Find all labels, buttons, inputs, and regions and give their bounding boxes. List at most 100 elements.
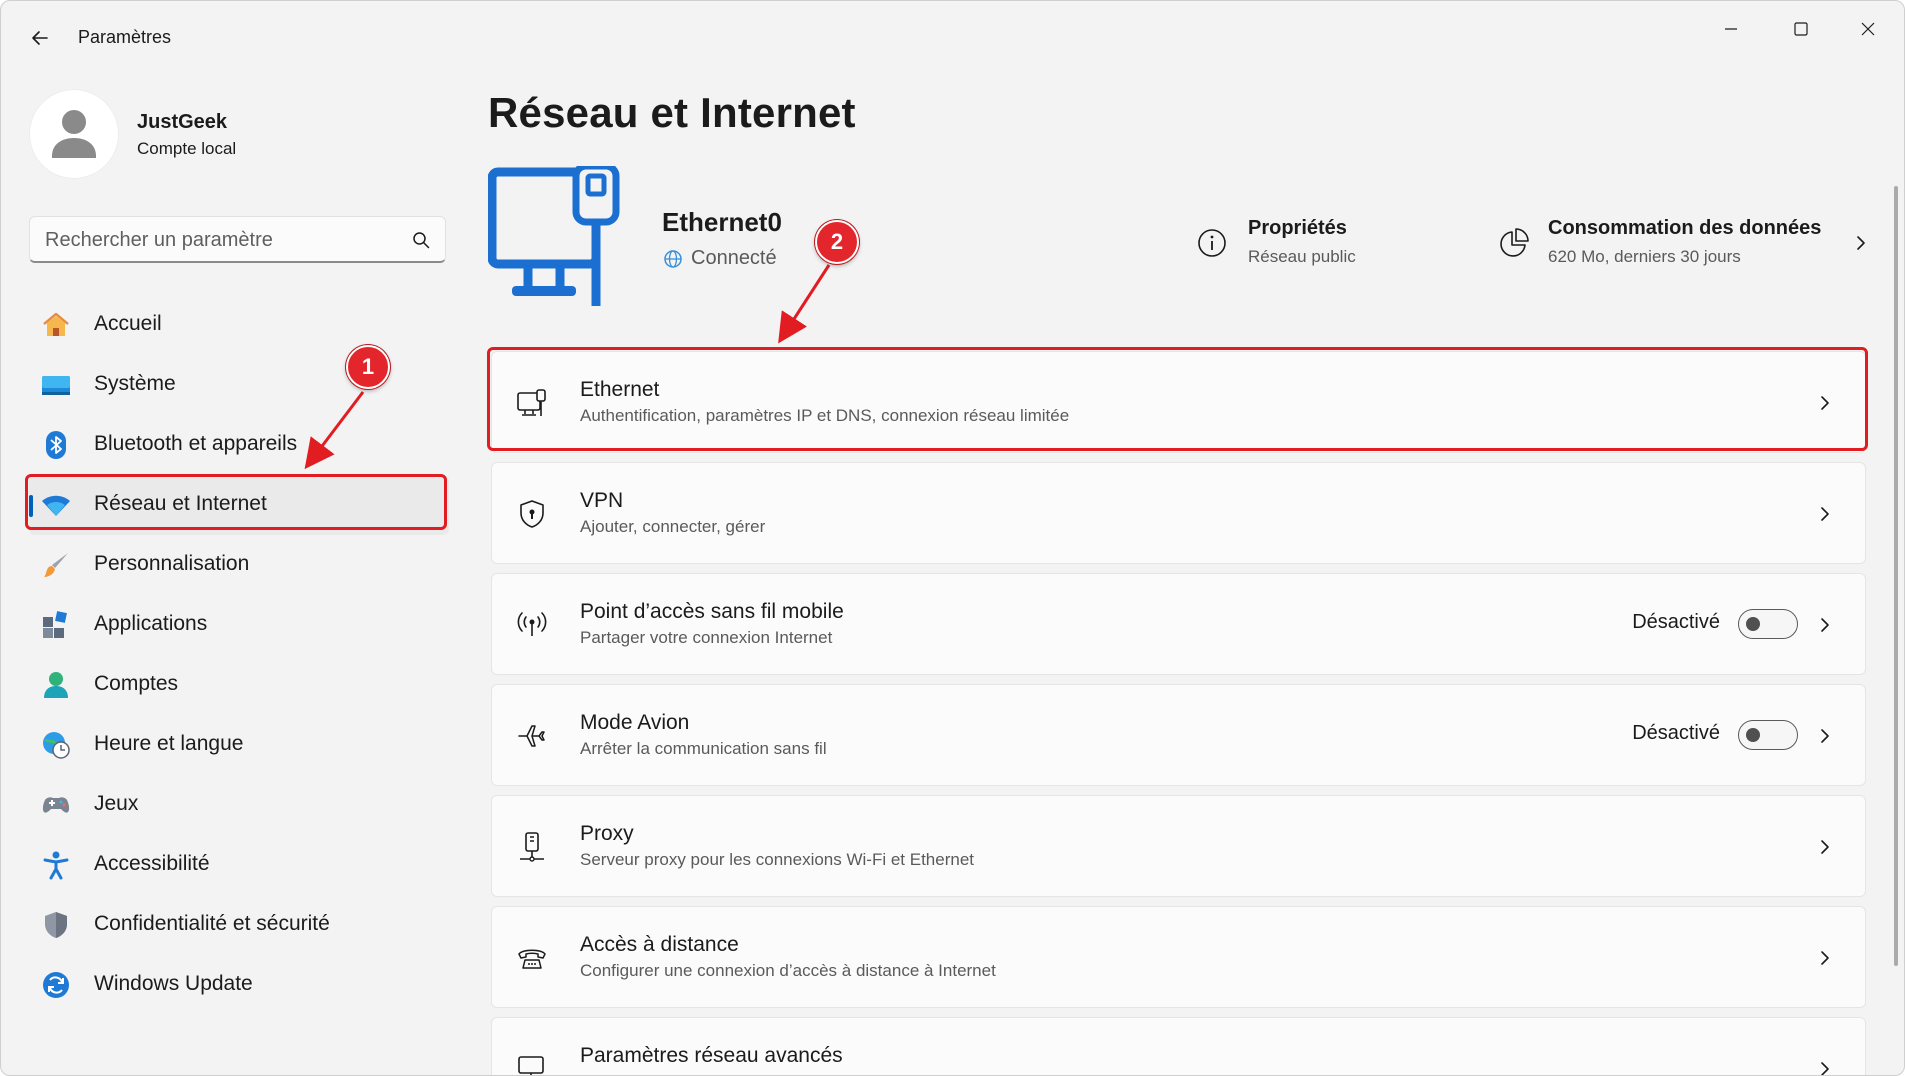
card-subtitle: Serveur proxy pour les connexions Wi-Fi … — [580, 850, 975, 869]
sidebar-item-label: Jeux — [94, 792, 139, 815]
card-airplane-mode[interactable]: Mode Avion Arrêter la communication sans… — [491, 684, 1866, 786]
settings-window: Paramètres JustGeek Compte local Accueil — [0, 0, 1905, 1076]
pie-chart-icon — [1500, 228, 1529, 257]
sidebar-item-label: Confidentialité et sécurité — [94, 912, 330, 935]
sidebar-item-label: Windows Update — [94, 972, 253, 995]
card-subtitle: Partager votre connexion Internet — [580, 628, 833, 647]
card-title: Paramètres réseau avancés — [580, 1044, 843, 1067]
settings-list: Ethernet Authentification, paramètres IP… — [491, 351, 1866, 1075]
card-title: Proxy — [580, 822, 634, 845]
ethernet-hero-icon — [487, 162, 628, 308]
maximize-icon — [1794, 22, 1808, 36]
properties-title: Propriétés — [1248, 217, 1347, 239]
sidebar-nav: Accueil Système Bluetooth et appareils R… — [29, 295, 449, 1015]
card-title: Accès à distance — [580, 933, 739, 956]
chevron-right-icon — [1821, 729, 1829, 743]
hotspot-icon — [516, 609, 548, 641]
airplane-mode-toggle[interactable] — [1738, 720, 1798, 750]
sidebar-item-label: Accueil — [94, 312, 162, 335]
minimize-icon — [1725, 28, 1737, 30]
minimize-button[interactable] — [1701, 9, 1761, 49]
data-usage-subtitle: 620 Mo, derniers 30 jours — [1548, 247, 1741, 266]
card-title: Mode Avion — [580, 711, 690, 734]
card-subtitle: Ajouter, connecter, gérer — [580, 517, 766, 536]
step-marker-1: 1 — [346, 345, 390, 389]
sidebar-item-label: Accessibilité — [94, 852, 210, 875]
sidebar-item-accessibilite[interactable]: Accessibilité — [29, 835, 449, 895]
profile-account-type: Compte local — [137, 139, 237, 158]
step-marker-2: 2 — [815, 220, 859, 264]
card-proxy[interactable]: Proxy Serveur proxy pour les connexions … — [491, 795, 1866, 897]
chevron-right-icon — [1821, 507, 1829, 521]
system-icon — [41, 370, 71, 400]
toggle-state-label: Désactivé — [1632, 611, 1720, 633]
back-button[interactable] — [21, 19, 59, 57]
account-icon — [41, 670, 71, 700]
properties-subtitle: Réseau public — [1248, 247, 1356, 266]
card-advanced-network[interactable]: Paramètres réseau avancés — [491, 1017, 1866, 1075]
card-dial-up[interactable]: Accès à distance Configurer une connexio… — [491, 906, 1866, 1008]
home-icon — [41, 310, 71, 340]
card-title: Point d’accès sans fil mobile — [580, 600, 844, 623]
search-box — [29, 216, 446, 263]
card-vpn[interactable]: VPN Ajouter, connecter, gérer — [491, 462, 1866, 564]
sidebar-item-label: Applications — [94, 612, 208, 635]
shield-icon — [41, 910, 71, 940]
gamepad-icon — [41, 790, 71, 820]
chevron-right-icon — [1821, 1062, 1829, 1075]
search-input[interactable] — [45, 227, 395, 253]
back-arrow-icon — [32, 31, 48, 45]
card-subtitle: Arrêter la communication sans fil — [580, 739, 827, 758]
proxy-icon — [516, 831, 548, 863]
sidebar-item-confidentialite[interactable]: Confidentialité et sécurité — [29, 895, 449, 955]
chevron-right-icon — [1821, 618, 1829, 632]
sidebar-item-label: Bluetooth et appareils — [94, 432, 298, 455]
sidebar-item-windows-update[interactable]: Windows Update — [29, 955, 449, 1015]
user-icon — [52, 110, 96, 158]
info-icon — [1198, 229, 1226, 257]
maximize-button[interactable] — [1771, 9, 1831, 49]
card-hotspot[interactable]: Point d’accès sans fil mobile Partager v… — [491, 573, 1866, 675]
card-subtitle: Configurer une connexion d’accès à dista… — [580, 961, 996, 980]
clock-globe-icon — [41, 730, 71, 760]
sidebar-item-label: Personnalisation — [94, 552, 250, 575]
highlight-box-ethernet — [487, 347, 1868, 451]
brush-icon — [41, 550, 71, 580]
chevron-right-icon — [1857, 236, 1865, 250]
avatar — [29, 89, 119, 179]
toggle-knob — [1746, 728, 1760, 742]
dialup-icon — [516, 942, 548, 974]
search-icon[interactable] — [411, 230, 431, 250]
sidebar-item-personnalisation[interactable]: Personnalisation — [29, 535, 449, 595]
advanced-network-icon — [516, 1053, 548, 1075]
sidebar-item-accueil[interactable]: Accueil — [29, 295, 449, 355]
bluetooth-icon — [41, 430, 71, 460]
sidebar-item-label: Système — [94, 372, 176, 395]
globe-icon — [664, 250, 682, 268]
close-button[interactable] — [1838, 9, 1898, 49]
page-title: Réseau et Internet — [488, 89, 856, 136]
adapter-name: Ethernet0 — [662, 207, 782, 237]
profile-name: JustGeek — [137, 111, 228, 133]
title-bar: Paramètres — [1, 1, 1904, 75]
sidebar-item-bluetooth[interactable]: Bluetooth et appareils — [29, 415, 449, 475]
chevron-right-icon — [1821, 951, 1829, 965]
data-usage-link[interactable]: Consommation des données 620 Mo, dernier… — [1496, 211, 1871, 281]
airplane-icon — [516, 720, 548, 752]
sidebar-item-label: Comptes — [94, 672, 179, 695]
sidebar-item-heure-langue[interactable]: Heure et langue — [29, 715, 449, 775]
chevron-right-icon — [1821, 840, 1829, 854]
adapter-status: Connecté — [691, 247, 777, 269]
hotspot-toggle[interactable] — [1738, 609, 1798, 639]
main-scrollbar[interactable] — [1894, 186, 1898, 966]
apps-icon — [41, 610, 71, 640]
toggle-knob — [1746, 617, 1760, 631]
sidebar-item-applications[interactable]: Applications — [29, 595, 449, 655]
update-icon — [41, 970, 71, 1000]
close-icon — [1861, 22, 1875, 36]
properties-link[interactable]: Propriétés Réseau public — [1196, 211, 1416, 281]
sidebar-item-jeux[interactable]: Jeux — [29, 775, 449, 835]
accessibility-icon — [41, 850, 71, 880]
user-profile[interactable]: JustGeek Compte local — [29, 89, 429, 179]
sidebar-item-comptes[interactable]: Comptes — [29, 655, 449, 715]
